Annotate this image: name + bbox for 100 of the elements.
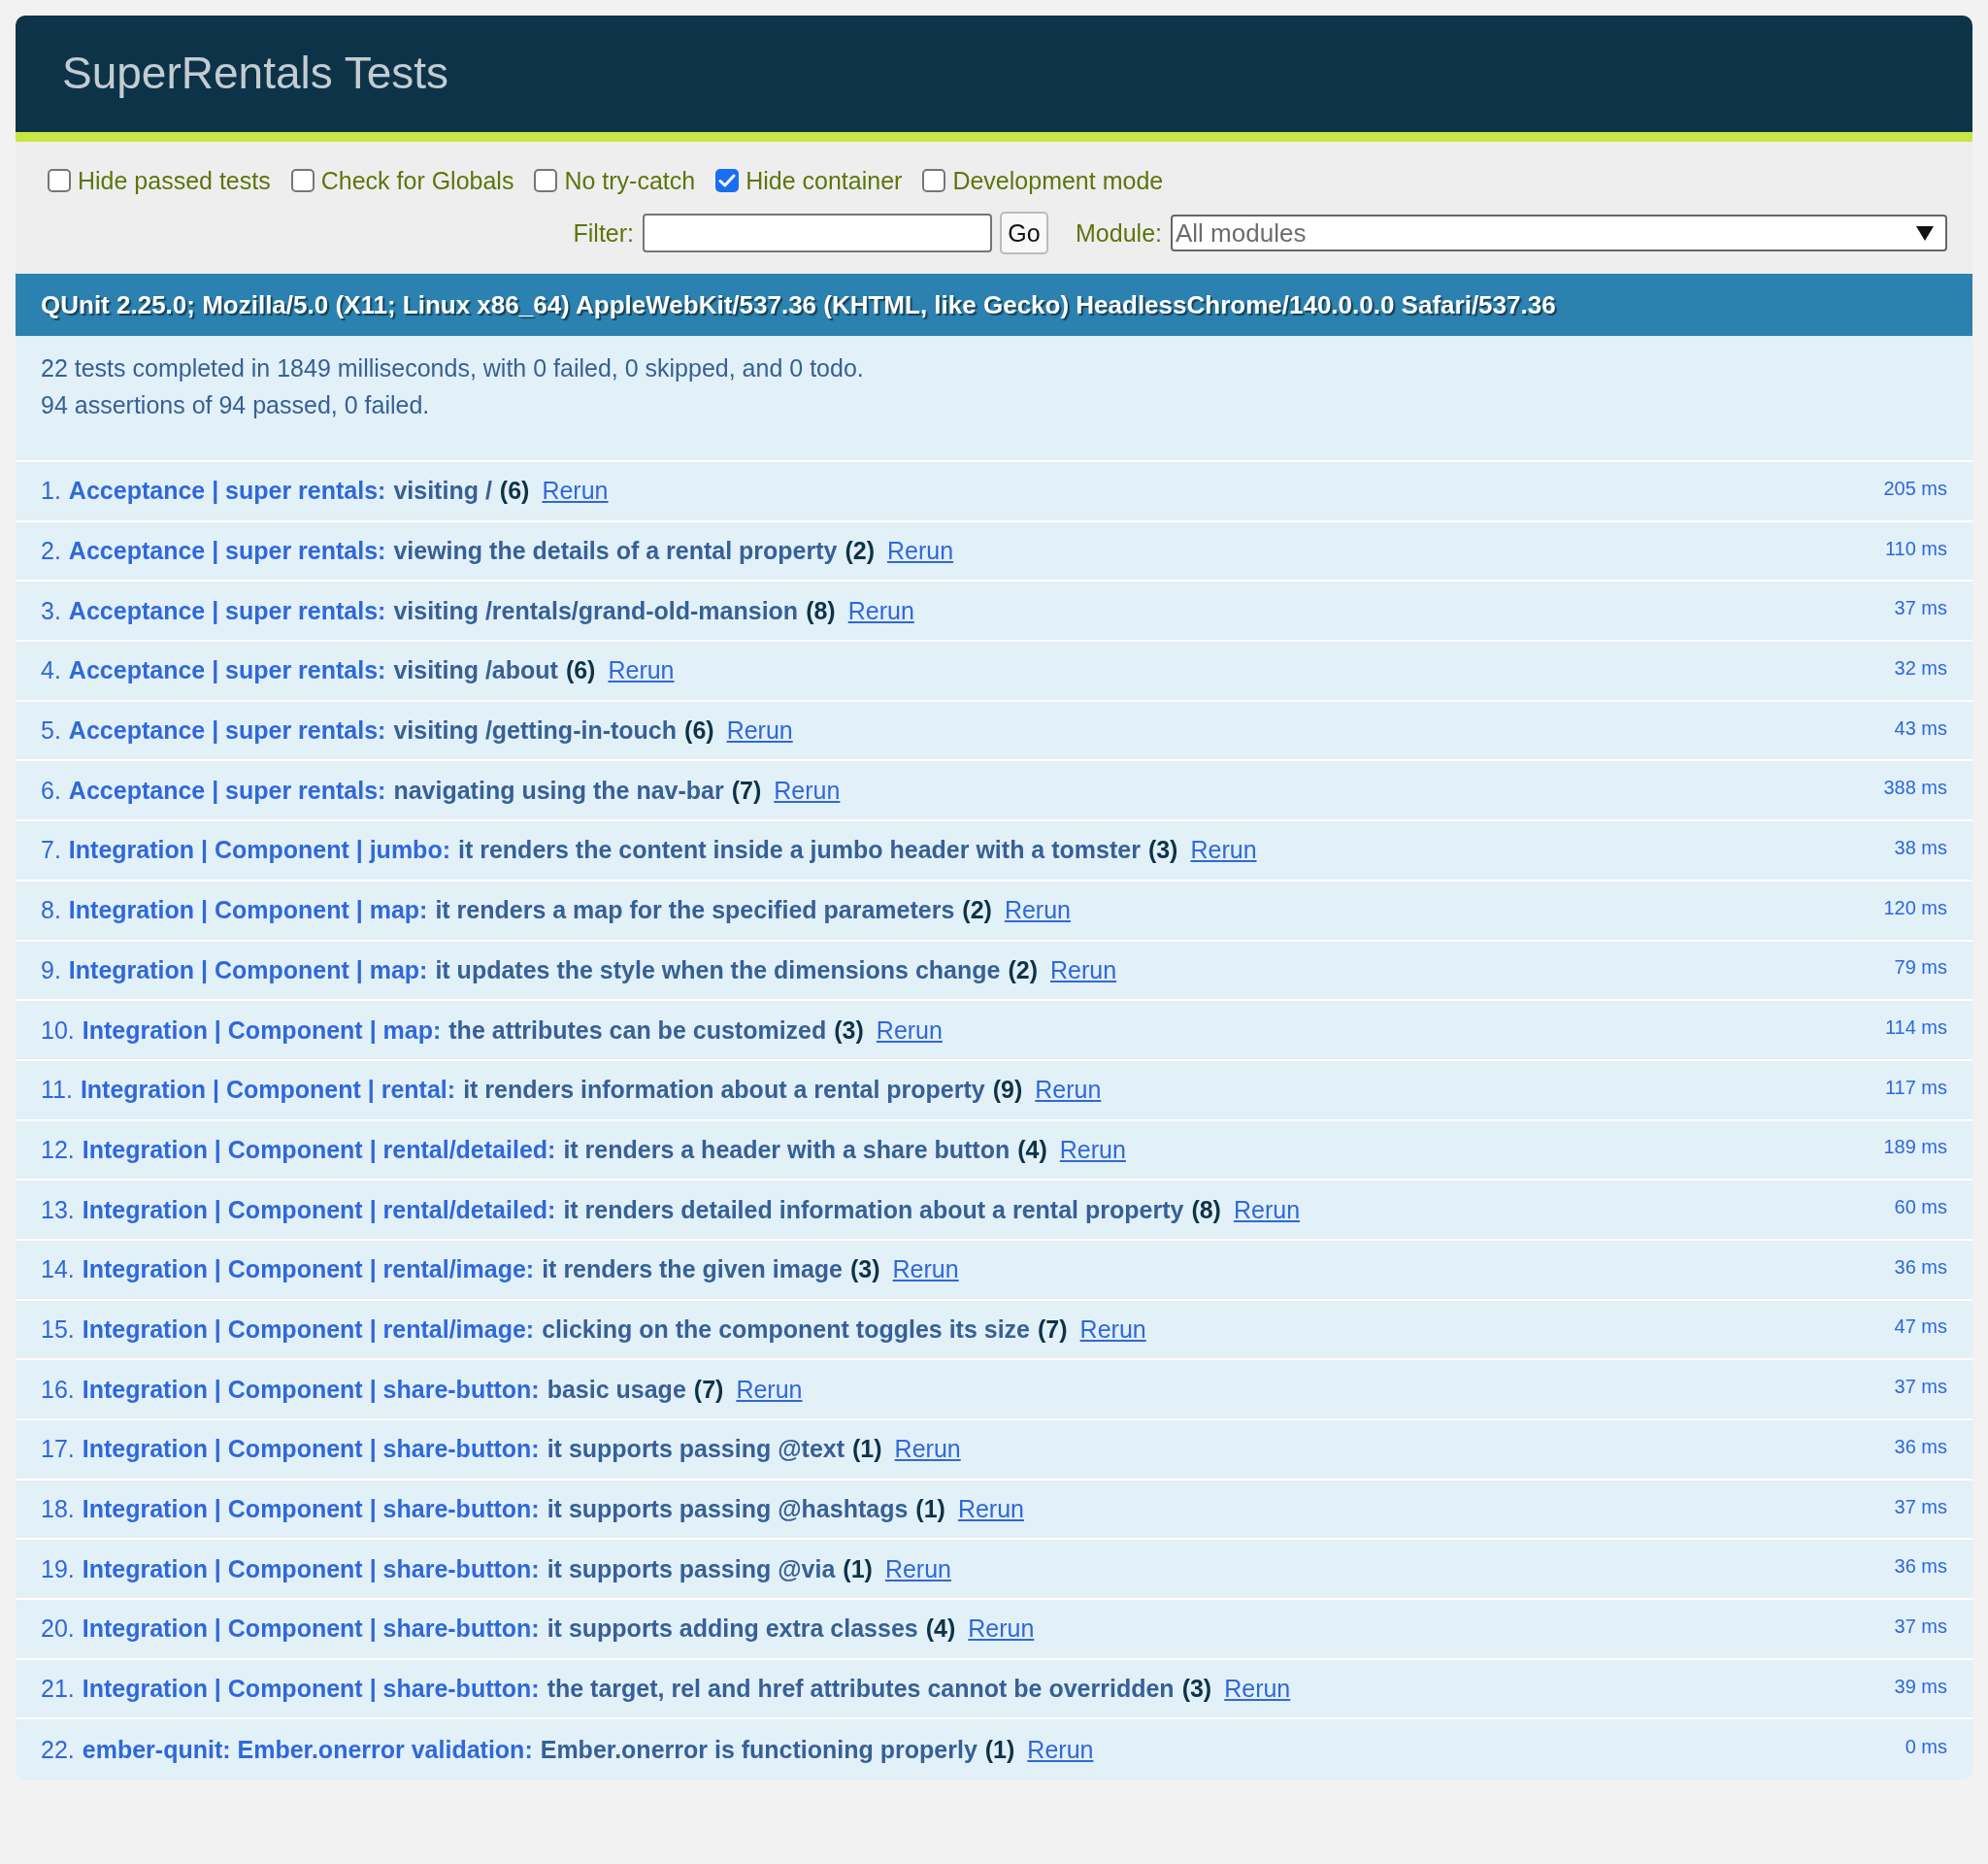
module-name[interactable]: Integration | Component | map: <box>68 896 428 925</box>
module-name[interactable]: Integration | Component | share-button: <box>82 1375 540 1404</box>
module-name[interactable]: Acceptance | super rentals: <box>68 596 386 625</box>
rerun-link[interactable]: Rerun <box>847 596 914 625</box>
test-number: 7. <box>41 836 61 865</box>
rerun-link[interactable]: Rerun <box>1035 1076 1102 1105</box>
rerun-link[interactable]: Rerun <box>736 1375 803 1404</box>
go-button[interactable]: Go <box>1000 212 1049 254</box>
rerun-link[interactable]: Rerun <box>1050 955 1117 984</box>
summary-text: 22 tests completed in 1849 milliseconds, with 0 failed, 0 skipped, and 0 todo. <box>41 353 865 383</box>
checkbox[interactable] <box>48 169 71 192</box>
rerun-link[interactable]: Rerun <box>1079 1315 1146 1344</box>
option-label[interactable]: Hide passed tests <box>78 166 271 195</box>
test-name[interactable]: the target, rel and href attributes cannot be overridden <box>547 1675 1175 1704</box>
runtime: 79 ms <box>1894 956 1947 980</box>
rerun-link[interactable]: Rerun <box>608 656 675 685</box>
test-name[interactable]: visiting /about <box>393 656 558 685</box>
checkbox[interactable] <box>534 169 558 192</box>
test-name[interactable]: basic usage <box>547 1375 686 1404</box>
option-label[interactable]: Hide container <box>746 166 903 195</box>
rerun-link[interactable]: Rerun <box>1027 1735 1094 1764</box>
test-name[interactable]: visiting /rentals/grand-old-mansion <box>393 596 799 625</box>
test-number: 8. <box>41 896 61 925</box>
test-number: 5. <box>41 716 61 746</box>
runtime: 37 ms <box>1894 1614 1947 1638</box>
module-name[interactable]: ember-qunit: Ember.onerror validation: <box>82 1735 533 1764</box>
test-name[interactable]: navigating using the nav-bar <box>393 776 724 805</box>
test-name[interactable]: it supports passing @via <box>547 1554 836 1583</box>
test-name[interactable]: it supports passing @text <box>547 1435 845 1464</box>
assertion-count: (2) <box>962 896 992 925</box>
test-name[interactable]: it updates the style when the dimensions change <box>435 955 1001 984</box>
runtime: 39 ms <box>1894 1675 1947 1698</box>
option-label[interactable]: Development mode <box>952 166 1164 195</box>
test-name[interactable]: it renders information about a rental property <box>463 1076 985 1105</box>
test-name[interactable]: it supports passing @hashtags <box>547 1495 909 1524</box>
module-name[interactable]: Integration | Component | rental/detailed: <box>82 1195 556 1224</box>
runtime: 36 ms <box>1894 1435 1947 1458</box>
test-name[interactable]: viewing the details of a rental property <box>393 537 838 566</box>
module-name[interactable]: Integration | Component | rental/image: <box>82 1315 535 1344</box>
module-name[interactable]: Acceptance | super rentals: <box>68 656 386 685</box>
module-name[interactable]: Integration | Component | jumbo: <box>68 836 450 865</box>
module-name[interactable]: Integration | Component | share-button: <box>82 1614 540 1644</box>
test-number: 16. <box>41 1375 75 1404</box>
test-name[interactable]: visiting / <box>393 477 492 506</box>
test-name[interactable]: visiting /getting-in-touch <box>393 716 678 746</box>
module-name[interactable]: Integration | Component | map: <box>68 955 428 984</box>
assertion-count: (9) <box>992 1076 1023 1105</box>
test-number: 11. <box>41 1076 73 1105</box>
option-label[interactable]: No try-catch <box>564 166 696 195</box>
test-name[interactable]: the attributes can be customized <box>448 1015 827 1045</box>
rerun-link[interactable]: Rerun <box>1190 836 1257 865</box>
module-name[interactable]: Integration | Component | share-button: <box>82 1554 540 1583</box>
module-name[interactable]: Acceptance | super rentals: <box>68 716 386 746</box>
module-name[interactable]: Integration | Component | rental/image: <box>82 1255 535 1284</box>
test-number: 20. <box>41 1614 75 1644</box>
rerun-link[interactable]: Rerun <box>774 776 841 805</box>
test-name[interactable]: it renders the content inside a jumbo header with a tomster <box>458 836 1141 865</box>
filter-field[interactable] <box>643 214 993 252</box>
module-name[interactable]: Integration | Component | map: <box>82 1015 442 1045</box>
module-name[interactable]: Integration | Component | share-button: <box>82 1495 540 1524</box>
assertion-count: (2) <box>845 537 876 566</box>
module-select[interactable]: All modules <box>1171 215 1947 251</box>
rerun-link[interactable]: Rerun <box>887 537 954 566</box>
assertion-count: (6) <box>565 656 596 685</box>
rerun-link[interactable]: Rerun <box>876 1015 943 1045</box>
test-name[interactable]: it supports adding extra classes <box>547 1614 918 1644</box>
module-name[interactable]: Acceptance | super rentals: <box>68 537 386 566</box>
rerun-link[interactable]: Rerun <box>957 1495 1024 1524</box>
test-name[interactable]: it renders the given image <box>542 1255 843 1284</box>
assertion-count: (6) <box>684 716 714 746</box>
test-name[interactable]: it renders detailed information about a rental property <box>563 1195 1184 1224</box>
rerun-link[interactable]: Rerun <box>1059 1135 1126 1164</box>
rerun-link[interactable]: Rerun <box>1224 1675 1291 1704</box>
rerun-link[interactable]: Rerun <box>726 716 793 746</box>
test-name[interactable]: it renders a map for the specified parameters <box>435 896 955 925</box>
checkbox[interactable] <box>922 169 946 192</box>
test-name[interactable]: it renders a header with a share button <box>563 1135 1011 1164</box>
test-number: 12. <box>41 1135 75 1164</box>
rerun-link[interactable]: Rerun <box>1004 896 1071 925</box>
module-name[interactable]: Integration | Component | rental: <box>80 1076 456 1105</box>
test-number: 18. <box>41 1495 75 1524</box>
rerun-link[interactable]: Rerun <box>542 477 609 506</box>
runtime: 0 ms <box>1905 1736 1947 1759</box>
option-label[interactable]: Check for Globals <box>320 166 514 195</box>
module-name[interactable]: Integration | Component | rental/detailed: <box>82 1135 556 1164</box>
module-name[interactable]: Integration | Component | share-button: <box>82 1675 540 1704</box>
checkbox[interactable] <box>290 169 315 192</box>
test-name[interactable]: Ember.onerror is functioning properly <box>540 1735 977 1764</box>
module-name[interactable]: Acceptance | super rentals: <box>68 776 386 805</box>
test-name[interactable]: clicking on the component toggles its size <box>542 1315 1031 1344</box>
module-name[interactable]: Acceptance | super rentals: <box>68 477 386 506</box>
rerun-link[interactable]: Rerun <box>884 1554 951 1583</box>
rerun-link[interactable]: Rerun <box>892 1255 959 1284</box>
module-name[interactable]: Integration | Component | share-button: <box>82 1435 540 1464</box>
rerun-link[interactable]: Rerun <box>894 1435 961 1464</box>
runtime: 114 ms <box>1884 1016 1947 1040</box>
rerun-link[interactable]: Rerun <box>968 1614 1035 1644</box>
checkbox[interactable] <box>715 169 740 192</box>
rerun-link[interactable]: Rerun <box>1233 1195 1301 1224</box>
runtime: 38 ms <box>1894 836 1947 859</box>
